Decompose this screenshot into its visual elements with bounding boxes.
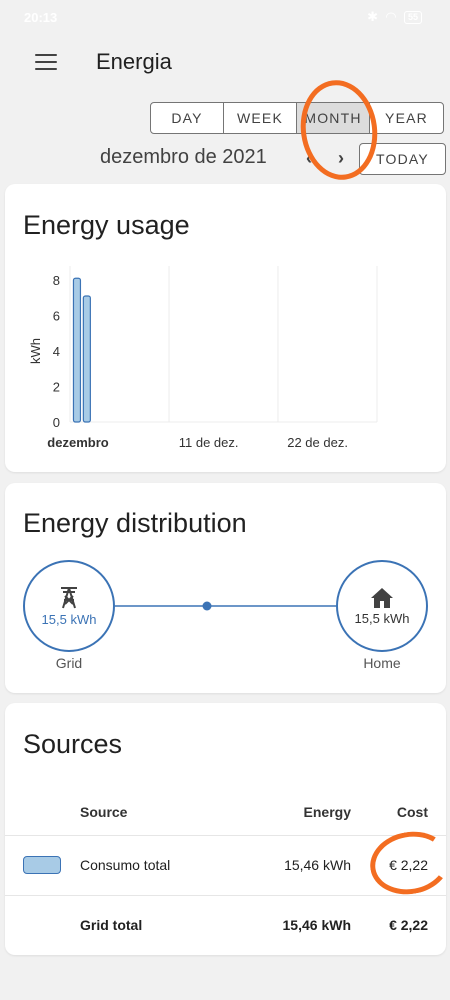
period-week-button[interactable]: WEEK [224,103,297,133]
menu-icon[interactable] [35,54,57,70]
transmission-tower-icon [61,586,77,608]
app-bar: Energia [0,34,450,90]
x-tick-label: 11 de dez. [179,435,239,450]
y-tick-label: 4 [53,344,60,359]
y-tick-label: 2 [53,380,60,395]
period-selector: DAY WEEK MONTH YEAR [150,102,444,134]
x-tick-label: 22 de dez. [287,435,348,450]
bluetooth-icon: ✱ [367,9,378,24]
status-icons: ✱ ◠ 55 [367,9,422,25]
home-label: Home [363,655,401,671]
home-node[interactable]: 15,5 kWh [336,560,428,652]
grid-label: Grid [55,655,83,671]
period-year-button[interactable]: YEAR [370,103,443,133]
grid-node[interactable]: 15,5 kWh [23,560,115,652]
y-tick-label: 0 [53,415,60,430]
energy-usage-card: Energy usage 0 2 4 6 8 kWh dezembro 11 de dez. 2… [5,184,446,472]
y-tick-label: 6 [53,309,60,324]
page-title: Energia [96,49,172,74]
table-total-row: Grid total 15,46 kWh € 2,22 [5,894,446,955]
sources-header-row: Source Energy Cost [5,789,446,835]
total-name: Grid total [80,894,235,955]
sources-title: Sources [23,729,123,759]
sources-card: Sources Source Energy Cost Consumo total… [5,703,446,955]
cost-column-header: Cost [396,803,428,820]
source-column-header: Source [80,803,128,820]
current-period-label: dezembro de 2021 [100,146,267,168]
total-cost: € 2,22 [351,894,446,955]
home-energy-value: 15,5 kWh [354,610,410,626]
grid-energy-value: 15,5 kWh [41,611,97,627]
energy-column-header: Energy [303,803,351,820]
flow-dot [202,601,212,611]
source-name: Consumo total [80,834,235,895]
wifi-icon: ◠ [385,9,396,24]
source-color-swatch [23,856,61,874]
chart-bar [72,277,82,423]
status-bar: 20:13 ✱ ◠ 55 [0,0,450,34]
total-energy: 15,46 kWh [234,894,351,955]
home-icon [371,587,393,608]
source-energy: 15,46 kWh [234,834,351,895]
battery-icon: 55 [403,10,422,24]
period-day-button[interactable]: DAY [151,103,224,133]
energy-usage-chart: 0 2 4 6 8 kWh dezembro 11 de dez. 22 de dez. [28,266,378,450]
y-axis-label: kWh [28,338,43,364]
y-tick-label: 8 [53,273,60,288]
energy-distribution-card: Energy distribution 15,5 kWh Grid 15,5 k… [5,483,446,693]
x-tick-label: dezembro [47,435,108,450]
status-time: 20:13 [24,9,58,25]
chart-bar [82,295,91,423]
